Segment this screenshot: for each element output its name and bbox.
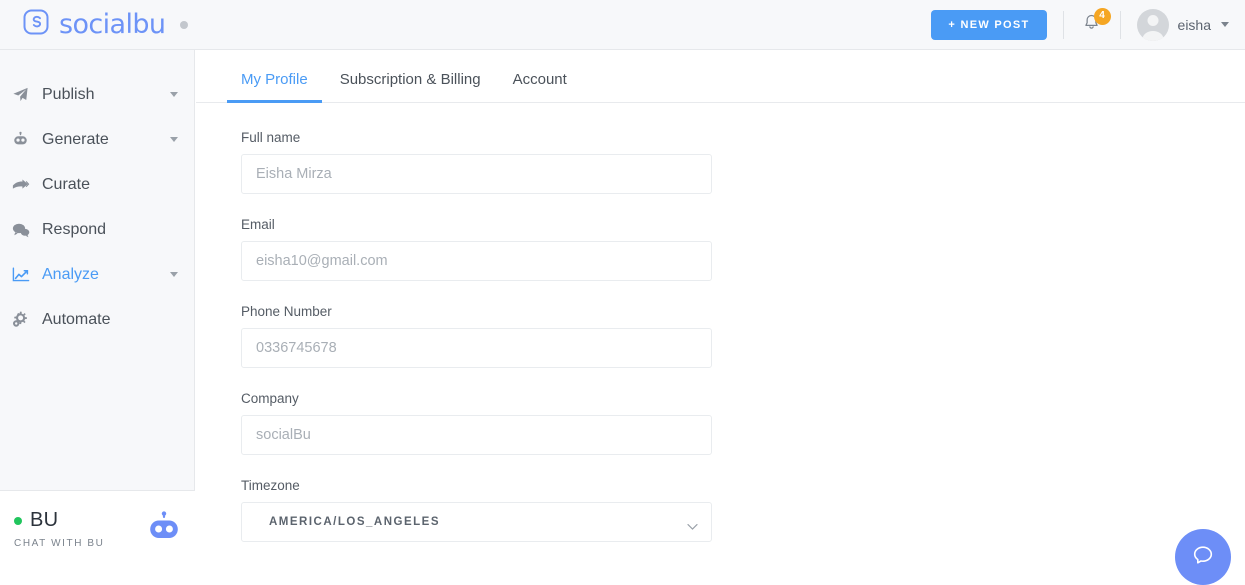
sidebar-item-respond[interactable]: Respond [0, 207, 194, 252]
profile-tabs: My Profile Subscription & Billing Accoun… [196, 50, 1245, 103]
sidebar-item-generate[interactable]: Generate [0, 117, 194, 162]
paper-plane-icon [12, 86, 34, 103]
socialbu-logo-icon [22, 8, 50, 41]
chat-title: BU [30, 509, 58, 532]
company-input[interactable] [241, 415, 712, 455]
forward-arrow-icon [12, 178, 34, 192]
sidebar-item-label: Generate [42, 131, 109, 149]
notification-count-badge: 4 [1094, 8, 1111, 25]
chevron-down-icon[interactable] [170, 137, 178, 142]
brand-logo[interactable]: socialbu [22, 8, 188, 41]
user-name: eisha [1178, 17, 1211, 33]
sidebar: Publish Generate [0, 50, 195, 567]
avatar [1137, 9, 1169, 41]
sidebar-item-publish[interactable]: Publish [0, 72, 194, 117]
sidebar-item-curate[interactable]: Curate [0, 162, 194, 207]
chat-subtitle: CHAT WITH BU [14, 538, 105, 549]
chat-support-icon [1190, 542, 1216, 573]
chevron-down-icon[interactable] [170, 272, 178, 277]
header-actions: + NEW POST 4 eisha [931, 0, 1245, 50]
email-field[interactable] [241, 241, 712, 281]
main-content: My Profile Subscription & Billing Accoun… [196, 50, 1245, 567]
tab-subscription-billing[interactable]: Subscription & Billing [340, 71, 481, 102]
chat-widget-text: BU CHAT WITH BU [14, 509, 105, 549]
email-label: Email [241, 217, 1245, 232]
sidebar-item-label: Analyze [42, 266, 99, 284]
tab-account[interactable]: Account [513, 71, 567, 102]
chat-bubbles-icon [12, 222, 34, 238]
chat-title-row: BU [14, 509, 105, 532]
field-email: Email [241, 217, 1245, 281]
robot-icon [12, 131, 34, 148]
robot-icon [147, 511, 181, 548]
sidebar-item-label: Respond [42, 221, 106, 239]
sidebar-item-analyze[interactable]: Analyze [0, 252, 194, 297]
support-chat-button[interactable] [1175, 529, 1231, 585]
new-post-button[interactable]: + NEW POST [931, 10, 1046, 40]
top-header: socialbu + NEW POST 4 eisha [0, 0, 1245, 50]
field-full-name: Full name [241, 130, 1245, 194]
sidebar-item-label: Publish [42, 86, 94, 104]
status-dot [180, 21, 188, 29]
chat-with-bu-widget[interactable]: BU CHAT WITH BU [0, 490, 195, 567]
user-menu[interactable]: eisha [1137, 9, 1229, 41]
sidebar-item-label: Automate [42, 311, 110, 329]
full-name-input[interactable] [241, 154, 712, 194]
field-company: Company [241, 391, 1245, 455]
company-label: Company [241, 391, 1245, 406]
timezone-select-wrapper: AMERICA/LOS_ANGELES [241, 502, 712, 542]
timezone-select[interactable]: AMERICA/LOS_ANGELES [241, 502, 712, 542]
brand-name: socialbu [59, 11, 165, 38]
full-name-label: Full name [241, 130, 1245, 145]
chevron-down-icon[interactable] [170, 92, 178, 97]
notifications-button[interactable]: 4 [1080, 12, 1104, 38]
header-divider-2 [1120, 11, 1121, 39]
online-status-dot [14, 517, 22, 525]
sidebar-item-automate[interactable]: Automate [0, 297, 194, 342]
profile-form: Full name Email Phone Number Company Tim… [196, 103, 1245, 542]
gears-icon [12, 311, 34, 328]
phone-number-input[interactable] [241, 328, 712, 368]
sidebar-nav: Publish Generate [0, 50, 194, 342]
field-phone-number: Phone Number [241, 304, 1245, 368]
timezone-label: Timezone [241, 478, 1245, 493]
header-divider-1 [1063, 11, 1064, 39]
chevron-down-icon [1221, 22, 1229, 27]
line-chart-icon [12, 267, 34, 283]
field-timezone: Timezone AMERICA/LOS_ANGELES [241, 478, 1245, 542]
phone-number-label: Phone Number [241, 304, 1245, 319]
sidebar-item-label: Curate [42, 176, 90, 194]
tab-my-profile[interactable]: My Profile [241, 71, 308, 102]
